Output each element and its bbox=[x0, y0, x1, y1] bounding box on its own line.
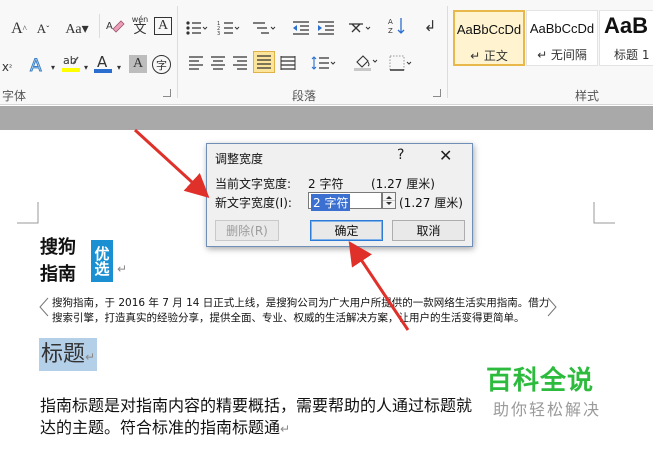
show-marks-icon[interactable]: ↲ bbox=[420, 15, 440, 37]
current-width-value: 2 字符 bbox=[308, 177, 344, 191]
close-icon[interactable]: ✕ bbox=[439, 146, 452, 165]
font-color-button[interactable]: A bbox=[92, 52, 114, 74]
multilevel-list-icon[interactable] bbox=[250, 17, 278, 39]
borders-icon[interactable] bbox=[388, 52, 416, 74]
style-normal-sample: AaBbCcDd bbox=[456, 22, 522, 37]
logo-vertical-badge: 优选 bbox=[91, 240, 113, 282]
shading-icon[interactable] bbox=[352, 51, 380, 73]
style-heading-1-sample: AaB bbox=[604, 13, 649, 38]
bullets-icon[interactable] bbox=[184, 17, 210, 39]
margin-corner-mark bbox=[593, 202, 615, 224]
ribbon: A ^ Aˇ Aa▾ A wén 文 A x² A ▾ ab ▾ A ▾ A 字 字… bbox=[0, 0, 653, 105]
current-width-label: 当前文字宽度: bbox=[215, 177, 292, 191]
font-divider bbox=[99, 14, 100, 38]
grow-font-button[interactable]: A ^ bbox=[8, 18, 30, 40]
font-dialog-launcher-icon[interactable] bbox=[163, 89, 171, 97]
delete-button[interactable]: 删除(R) bbox=[215, 220, 279, 241]
increase-indent-icon[interactable] bbox=[315, 17, 337, 39]
align-right-icon[interactable] bbox=[230, 52, 250, 74]
svg-text:Z: Z bbox=[388, 27, 393, 35]
align-center-icon[interactable] bbox=[208, 52, 228, 74]
svg-text:3: 3 bbox=[217, 31, 220, 36]
distributed-icon[interactable] bbox=[278, 52, 298, 74]
style-normal[interactable]: AaBbCcDd ↵ 正文 bbox=[453, 10, 525, 66]
style-no-spacing-name: ↵ 无间隔 bbox=[537, 48, 587, 62]
svg-text:A: A bbox=[106, 21, 113, 32]
character-border-button[interactable]: A bbox=[154, 17, 172, 35]
character-shading-button[interactable]: A bbox=[129, 55, 147, 73]
heading-selected[interactable]: 标题↵ bbox=[39, 338, 98, 371]
cancel-button[interactable]: 取消 bbox=[392, 220, 465, 241]
chinese-layout-icon[interactable] bbox=[346, 17, 374, 39]
change-case-button[interactable]: Aa▾ bbox=[60, 18, 94, 40]
heading-text: 标题 bbox=[41, 342, 86, 367]
paragraph-dialog-launcher-icon[interactable] bbox=[433, 89, 441, 97]
dialog-title: 调整宽度 bbox=[215, 152, 264, 166]
highlight-color-button[interactable]: ab bbox=[60, 52, 82, 74]
ok-button[interactable]: 确定 bbox=[310, 220, 383, 241]
paragraph-mark: ↵ bbox=[117, 262, 128, 276]
new-width-cm: (1.27 厘米) bbox=[399, 196, 463, 210]
decrease-indent-icon[interactable] bbox=[290, 17, 312, 39]
paragraph-mark: ↵ bbox=[280, 422, 291, 436]
paragraph-group-label: 段落 bbox=[292, 89, 317, 103]
margin-corner-mark bbox=[17, 202, 39, 224]
justify-icon[interactable] bbox=[253, 51, 275, 73]
numbering-icon[interactable]: 123 bbox=[216, 17, 242, 39]
enclosed-character-button[interactable]: 字 bbox=[152, 55, 171, 74]
clear-formatting-icon[interactable]: A bbox=[104, 16, 126, 38]
current-width-cm: (1.27 厘米) bbox=[371, 177, 435, 191]
chevron-down-icon[interactable]: ▾ bbox=[115, 56, 123, 78]
chevron-down-icon[interactable]: ▾ bbox=[82, 56, 90, 78]
watermark-title: 百科全说 bbox=[486, 366, 595, 396]
paragraph-mark: ↵ bbox=[85, 350, 96, 364]
new-width-input[interactable]: 2 字符 bbox=[308, 192, 382, 211]
line-spacing-icon[interactable] bbox=[310, 52, 338, 74]
style-heading-1[interactable]: AaB 标题 1 bbox=[599, 10, 653, 66]
adjust-width-dialog: 调整宽度 ? ✕ 当前文字宽度: 2 字符 (1.27 厘米) 新文字宽度(I)… bbox=[206, 143, 473, 247]
svg-text:A: A bbox=[97, 53, 108, 71]
body-text-line: 指南标题是对指南内容的精要概括，需要帮助的人通过标题就 bbox=[40, 396, 473, 415]
style-no-spacing-sample: AaBbCcDd bbox=[529, 21, 595, 36]
logo-text-line1: 搜狗 bbox=[40, 237, 76, 258]
shrink-font-button[interactable]: Aˇ bbox=[33, 18, 53, 40]
align-left-icon[interactable] bbox=[186, 52, 206, 74]
ruler-band bbox=[0, 106, 653, 130]
text-effects-button[interactable]: A bbox=[26, 54, 50, 77]
body-text-line: 达的主题。符合标准的指南标题通↵ bbox=[40, 414, 290, 438]
logo-text-line2: 指南 bbox=[40, 264, 76, 285]
help-icon[interactable]: ? bbox=[397, 147, 404, 163]
font-group-label: 字体 bbox=[2, 89, 27, 103]
svg-text:A: A bbox=[388, 18, 393, 26]
group-divider bbox=[177, 6, 178, 98]
spinner-arrows-icon[interactable] bbox=[383, 193, 395, 208]
style-no-spacing[interactable]: AaBbCcDd ↵ 无间隔 bbox=[526, 10, 598, 66]
body-text-line2: 达的主题。符合标准的指南标题通 bbox=[40, 418, 281, 437]
svg-text:A: A bbox=[30, 56, 42, 76]
group-divider bbox=[447, 6, 448, 98]
style-normal-name: ↵ 正文 bbox=[470, 49, 508, 63]
watermark-subtitle: 助你轻松解决 bbox=[493, 400, 602, 419]
styles-group-label: 样式 bbox=[575, 89, 600, 103]
width-spinner[interactable] bbox=[382, 192, 396, 209]
sort-icon[interactable]: AZ bbox=[386, 15, 408, 37]
style-heading-1-name: 标题 1 bbox=[614, 48, 650, 62]
new-width-label: 新文字宽度(I): bbox=[215, 196, 292, 210]
intro-paragraph: 搜狗指南，于 2016 年 7 月 14 日正式上线，是搜狗公司为广大用户所提供… bbox=[52, 297, 550, 324]
chevron-down-icon[interactable]: ▾ bbox=[49, 56, 57, 78]
phonetic-guide-button[interactable]: wén 文 bbox=[129, 14, 151, 36]
subscript-icon[interactable]: x² bbox=[0, 56, 14, 78]
bracket-left-icon bbox=[39, 297, 49, 317]
new-width-value: 2 字符 bbox=[311, 194, 351, 211]
